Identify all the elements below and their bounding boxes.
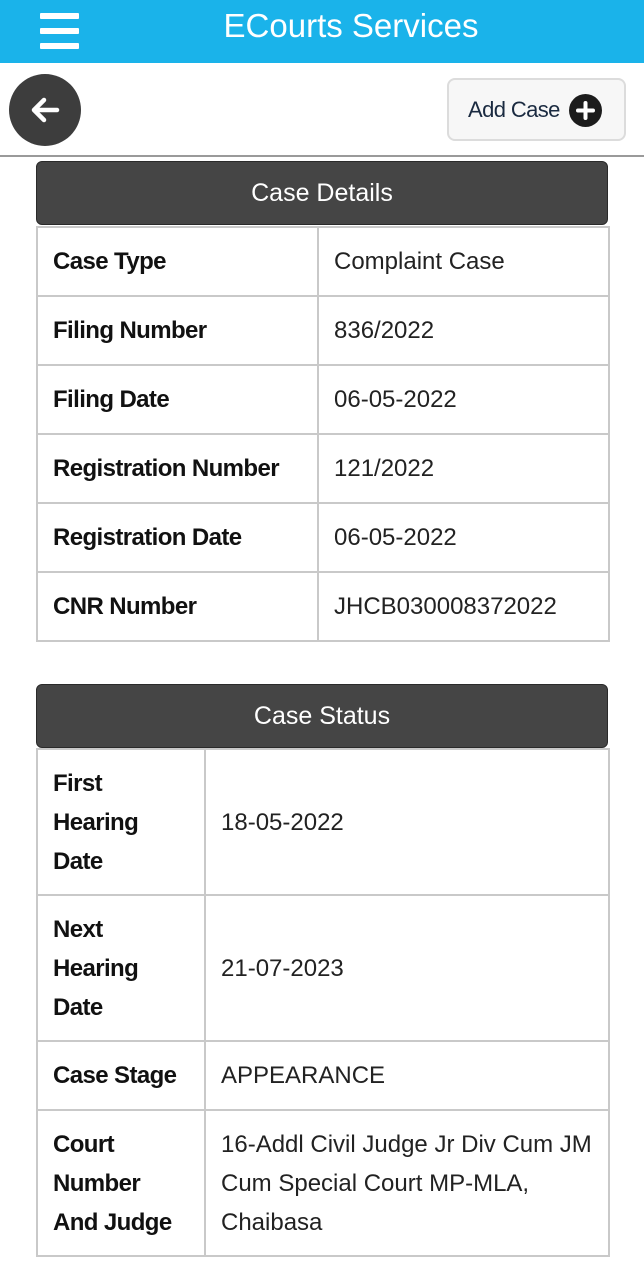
- filing-date-value: 06-05-2022: [317, 364, 610, 435]
- app-header: ECourts Services: [0, 0, 644, 63]
- filing-number-value: 836/2022: [317, 295, 610, 366]
- table-row: Registration Number 121/2022: [36, 433, 610, 504]
- case-details-header: Case Details: [36, 161, 608, 225]
- table-row: Next Hearing Date 21-07-2023: [36, 894, 610, 1042]
- court-number-and-judge-label: Court Number And Judge: [36, 1109, 206, 1257]
- plus-circle-icon: [569, 94, 602, 127]
- toolbar-divider: [0, 155, 644, 157]
- first-hearing-date-value: 18-05-2022: [204, 748, 610, 896]
- next-hearing-date-value: 21-07-2023: [204, 894, 610, 1042]
- add-case-label: Add Case: [468, 97, 560, 122]
- registration-number-label: Registration Number: [36, 433, 319, 504]
- registration-date-label: Registration Date: [36, 502, 319, 573]
- case-stage-value: APPEARANCE: [204, 1040, 610, 1111]
- court-number-and-judge-value: 16-Addl Civil Judge Jr Div Cum JM Cum Sp…: [204, 1109, 610, 1257]
- first-hearing-date-label: First Hearing Date: [36, 748, 206, 896]
- case-type-value: Complaint Case: [317, 226, 610, 297]
- table-row: First Hearing Date 18-05-2022: [36, 748, 610, 896]
- table-row: Case Stage APPEARANCE: [36, 1040, 610, 1111]
- filing-date-label: Filing Date: [36, 364, 319, 435]
- cnr-number-label: CNR Number: [36, 571, 319, 642]
- table-row: Case Type Complaint Case: [36, 226, 610, 297]
- registration-date-value: 06-05-2022: [317, 502, 610, 573]
- table-row: Filing Number 836/2022: [36, 295, 610, 366]
- case-status-header: Case Status: [36, 684, 608, 748]
- back-button[interactable]: [9, 74, 81, 146]
- case-type-label: Case Type: [36, 226, 319, 297]
- add-case-button[interactable]: Add Case: [447, 78, 626, 141]
- registration-number-value: 121/2022: [317, 433, 610, 504]
- filing-number-label: Filing Number: [36, 295, 319, 366]
- case-stage-label: Case Stage: [36, 1040, 206, 1111]
- next-hearing-date-label: Next Hearing Date: [36, 894, 206, 1042]
- app-title: ECourts Services: [223, 7, 479, 44]
- cnr-number-value: JHCB030008372022: [317, 571, 610, 642]
- case-details-table: Case Type Complaint Case Filing Number 8…: [36, 226, 610, 642]
- table-row: Court Number And Judge 16-Addl Civil Jud…: [36, 1109, 610, 1257]
- case-status-table: First Hearing Date 18-05-2022 Next Heari…: [36, 748, 610, 1257]
- table-row: CNR Number JHCB030008372022: [36, 571, 610, 642]
- table-row: Filing Date 06-05-2022: [36, 364, 610, 435]
- table-row: Registration Date 06-05-2022: [36, 502, 610, 573]
- arrow-left-icon: [31, 97, 60, 123]
